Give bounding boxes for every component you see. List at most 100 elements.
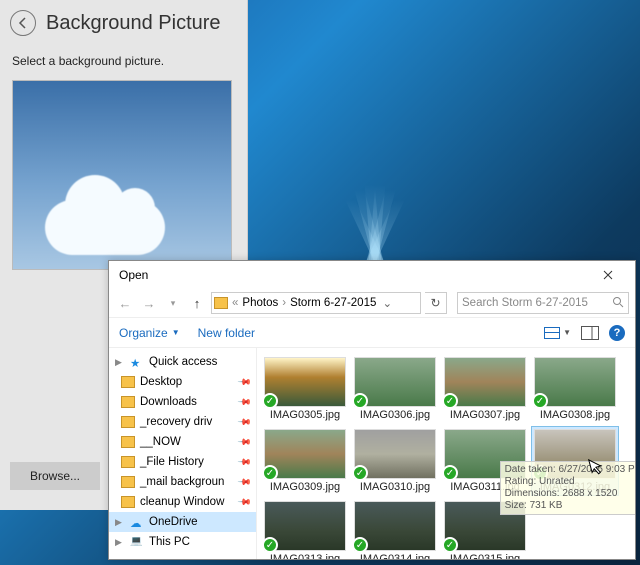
sidebar-item-label: _recovery driv (140, 416, 212, 428)
preview-pane-button[interactable] (581, 326, 599, 340)
thumbnails-icon (544, 327, 560, 339)
sidebar: ▶ ★ Quick access Desktop 📌 Downloads 📌 _recover… (109, 348, 257, 559)
sidebar-item-label: Downloads (140, 396, 197, 408)
nav-forward-button[interactable]: → (139, 293, 159, 313)
pin-icon: 📌 (237, 394, 253, 410)
file-pane[interactable]: ✓IMAG0305.jpg✓IMAG0306.jpg✓IMAG0307.jpg✓… (257, 348, 635, 559)
new-folder-button[interactable]: New folder (198, 326, 255, 340)
dialog-title: Open (119, 268, 148, 282)
sidebar-item[interactable]: cleanup Window 📌 (109, 492, 256, 512)
sync-check-icon: ✓ (442, 393, 458, 409)
sidebar-item-label: Quick access (149, 356, 217, 368)
file-thumbnail[interactable]: ✓IMAG0312.jpgDate taken: 6/27/2015 9:03 … (531, 426, 619, 496)
chevron-down-icon: ▼ (172, 328, 180, 337)
sidebar-item-label: cleanup Window (140, 496, 224, 508)
file-tooltip: Date taken: 6/27/2015 9:03 PMRating: Unr… (500, 461, 635, 515)
file-name: IMAG0309.jpg (270, 481, 340, 493)
breadcrumb-overflow[interactable]: « (232, 297, 238, 309)
file-thumbnail[interactable]: ✓IMAG0309.jpg (261, 426, 349, 496)
refresh-button[interactable]: ↻ (425, 292, 447, 314)
file-thumbnail[interactable]: ✓IMAG0314.jpg (351, 498, 439, 559)
panel-title: Background Picture (46, 12, 221, 35)
sync-check-icon: ✓ (352, 393, 368, 409)
sync-check-icon: ✓ (262, 465, 278, 481)
address-dropdown[interactable]: ⌄ (378, 296, 396, 310)
folder-icon (121, 436, 135, 448)
expand-icon[interactable]: ▶ (115, 537, 125, 548)
sidebar-item[interactable]: _recovery driv📌 (109, 412, 256, 432)
sidebar-item[interactable]: ▶ ★ Quick access (109, 352, 256, 372)
folder-icon (121, 476, 135, 488)
address-bar[interactable]: « Photos › Storm 6-27-2015 ⌄ (211, 292, 421, 314)
file-name: IMAG0307.jpg (450, 409, 520, 421)
sync-check-icon: ✓ (352, 465, 368, 481)
file-name: IMAG0306.jpg (360, 409, 430, 421)
breadcrumb-part[interactable]: Storm 6-27-2015 (290, 297, 376, 309)
sidebar-item-label: Desktop (140, 376, 182, 388)
pin-icon: 📌 (237, 454, 253, 470)
organize-label: Organize (119, 326, 168, 340)
folder-icon (121, 416, 135, 428)
background-preview[interactable] (12, 80, 232, 270)
expand-icon[interactable]: ▶ (115, 357, 125, 368)
file-name: IMAG0310.jpg (360, 481, 430, 493)
panel-subtitle: Select a background picture. (0, 44, 247, 76)
pin-icon: 📌 (237, 434, 253, 450)
organize-menu[interactable]: Organize ▼ (119, 326, 180, 340)
file-name: IMAG0308.jpg (540, 409, 610, 421)
sync-check-icon: ✓ (262, 393, 278, 409)
sidebar-item[interactable]: _mail backgroun 📌 (109, 472, 256, 492)
sidebar-item[interactable]: __NOW 📌 (109, 432, 256, 452)
folder-icon (214, 297, 228, 309)
back-button[interactable] (10, 10, 36, 36)
close-button[interactable] (587, 264, 629, 286)
expand-icon[interactable]: ▶ (115, 517, 125, 528)
sidebar-item[interactable]: _File History 📌 (109, 452, 256, 472)
sync-check-icon: ✓ (262, 537, 278, 553)
pin-icon: 📌 (237, 474, 253, 490)
folder-icon (121, 396, 135, 408)
open-file-dialog: Open ← → ▾ ↑ « Photos › Storm 6-27-2015 … (108, 260, 636, 560)
pc-icon: 💻 (130, 536, 144, 548)
sidebar-item-label: _File History (140, 456, 204, 468)
folder-icon (121, 456, 135, 468)
file-name: IMAG0305.jpg (270, 409, 340, 421)
nav-recent-button[interactable]: ▾ (163, 293, 183, 313)
sidebar-item-label: This PC (149, 536, 190, 548)
file-thumbnail[interactable]: ✓IMAG0305.jpg (261, 354, 349, 424)
file-name: IMAG0313.jpg (270, 553, 340, 559)
pin-icon: 📌 (237, 494, 253, 510)
file-thumbnail[interactable]: ✓IMAG0313.jpg (261, 498, 349, 559)
folder-icon (121, 496, 135, 508)
sync-check-icon: ✓ (532, 393, 548, 409)
sync-check-icon: ✓ (442, 537, 458, 553)
sync-check-icon: ✓ (442, 465, 458, 481)
view-mode-button[interactable]: ▼ (544, 327, 571, 339)
help-button[interactable]: ? (609, 325, 625, 341)
sidebar-item[interactable]: Desktop 📌 (109, 372, 256, 392)
sidebar-item-label: OneDrive (149, 516, 198, 528)
nav-back-button[interactable]: ← (115, 293, 135, 313)
sidebar-item-label: _mail backgroun (140, 476, 224, 488)
pin-icon: 📌 (237, 374, 253, 390)
search-icon (612, 296, 624, 311)
cloud-graphic (45, 200, 165, 255)
search-placeholder: Search Storm 6-27-2015 (462, 297, 588, 309)
onedrive-icon: ☁ (130, 516, 144, 528)
sidebar-item[interactable]: ▶ ☁ OneDrive (109, 512, 256, 532)
file-thumbnail[interactable]: ✓IMAG0307.jpg (441, 354, 529, 424)
search-input[interactable]: Search Storm 6-27-2015 (457, 292, 629, 314)
dialog-titlebar[interactable]: Open (109, 261, 635, 289)
browse-button[interactable]: Browse... (10, 462, 100, 490)
sidebar-item[interactable]: ▶ 💻 This PC (109, 532, 256, 552)
file-thumbnail[interactable]: ✓IMAG0308.jpg (531, 354, 619, 424)
folder-icon (121, 376, 135, 388)
file-name: IMAG0315.jpg (450, 553, 520, 559)
file-thumbnail[interactable]: ✓IMAG0310.jpg (351, 426, 439, 496)
star-icon: ★ (130, 356, 144, 368)
sidebar-item[interactable]: Downloads 📌 (109, 392, 256, 412)
sidebar-item-label: __NOW (140, 436, 181, 448)
breadcrumb-part[interactable]: Photos (242, 297, 278, 309)
nav-up-button[interactable]: ↑ (187, 293, 207, 313)
file-thumbnail[interactable]: ✓IMAG0306.jpg (351, 354, 439, 424)
